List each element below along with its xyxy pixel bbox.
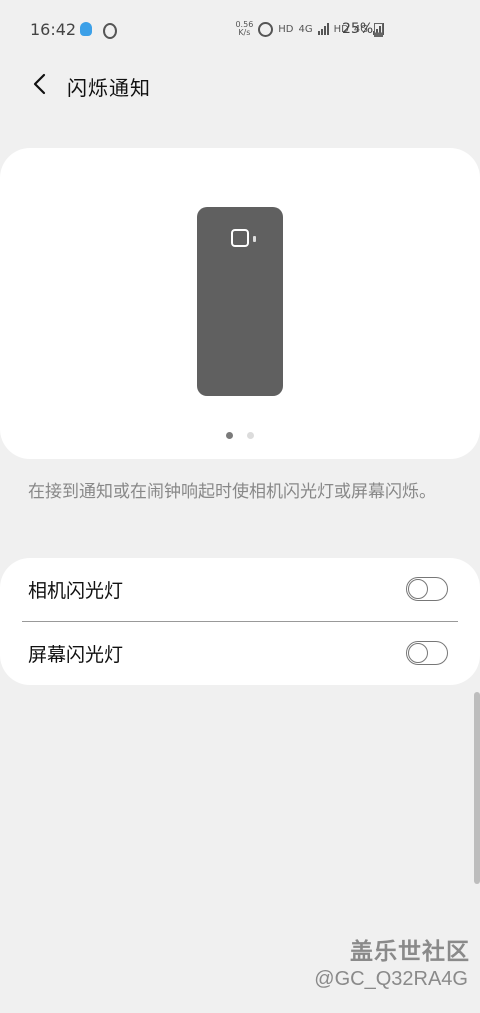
- qq-icon: [80, 22, 92, 36]
- preview-card[interactable]: [0, 148, 480, 459]
- camera-flash-label: 相机闪光灯: [28, 580, 124, 602]
- toggle-knob: [408, 579, 428, 599]
- signal-icon: [317, 23, 329, 35]
- camera-flash-toggle[interactable]: [406, 577, 448, 601]
- settings-list: 相机闪光灯 屏幕闪光灯: [0, 558, 480, 685]
- page-dot-active[interactable]: [226, 432, 233, 439]
- alarm-icon: [258, 21, 274, 37]
- camera-flash-row[interactable]: 相机闪光灯: [0, 558, 480, 621]
- screen-flash-label: 屏幕闪光灯: [28, 644, 124, 666]
- toggle-knob: [408, 643, 428, 663]
- battery-percent: 25%: [342, 21, 374, 37]
- description-text: 在接到通知或在闹钟响起时使相机闪光灯或屏幕闪烁。: [28, 482, 436, 502]
- back-button[interactable]: [22, 66, 58, 102]
- screen-flash-toggle[interactable]: [406, 641, 448, 665]
- app-icon: [103, 23, 117, 39]
- hd-label: HD: [278, 23, 294, 35]
- battery-icon: [374, 23, 383, 37]
- flash-icon: [253, 236, 256, 242]
- net-speed: 0.56 K/s: [235, 20, 254, 37]
- status-bar: 16:42 0.56 K/s HD 4G HD 4G 25%: [0, 0, 480, 60]
- status-time: 16:42: [30, 20, 77, 39]
- watermark-brand: 盖乐世社区: [350, 939, 470, 965]
- camera-icon: [231, 229, 249, 247]
- page-dot[interactable]: [247, 432, 254, 439]
- page-title: 闪烁通知: [67, 76, 151, 100]
- chevron-left-icon: [33, 73, 46, 95]
- page-indicator: [0, 432, 480, 439]
- app-header: 闪烁通知: [0, 62, 480, 106]
- scrollbar[interactable]: [474, 692, 480, 884]
- screen-flash-row[interactable]: 屏幕闪光灯: [0, 622, 480, 685]
- network-type: 4G: [298, 23, 313, 35]
- phone-illustration: [197, 207, 283, 396]
- watermark-user: @GC_Q32RA4G: [314, 968, 468, 990]
